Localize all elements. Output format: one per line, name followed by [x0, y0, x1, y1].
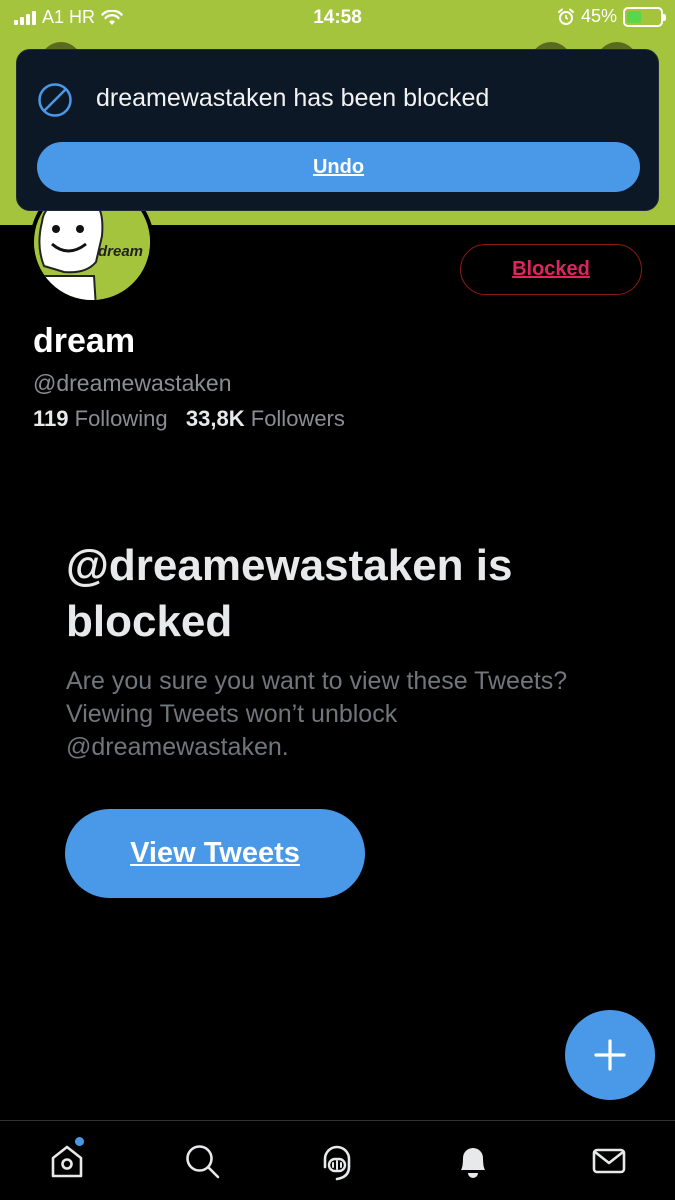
block-icon	[38, 83, 72, 117]
plus-icon	[594, 1039, 626, 1071]
status-bar: A1 HR 14:58 45%	[0, 0, 675, 36]
tab-bar	[0, 1120, 675, 1200]
tab-messages[interactable]	[587, 1139, 631, 1183]
undo-button[interactable]: Undo	[37, 142, 640, 192]
notifications-icon	[461, 1148, 485, 1178]
blocked-description: Are you sure you want to view these Twee…	[66, 667, 568, 761]
toast-message: dreamewastaken has been blocked	[96, 84, 490, 112]
tab-home[interactable]	[45, 1137, 89, 1183]
tab-notifications[interactable]	[451, 1139, 495, 1183]
blocked-toast: dreamewastaken has been blocked Undo	[16, 49, 659, 211]
avatar-text: dream	[98, 243, 143, 260]
followers-label: Followers	[250, 406, 345, 431]
home-icon	[51, 1145, 83, 1178]
profile-handle: @dreamewastaken	[33, 370, 232, 396]
blocked-title: @dreamewastaken is blocked	[66, 541, 513, 646]
followers-count: 33,8K	[185, 406, 245, 431]
tab-spaces[interactable]	[315, 1139, 359, 1183]
battery-fill	[627, 10, 642, 23]
spaces-icon	[323, 1145, 351, 1181]
search-icon	[186, 1145, 220, 1179]
battery-icon	[623, 6, 666, 27]
profile-name: dream	[33, 322, 136, 360]
following-count: 119	[33, 406, 69, 431]
tab-search[interactable]	[180, 1139, 224, 1183]
compose-tweet-button[interactable]	[565, 1010, 655, 1100]
alarm-icon	[557, 8, 574, 25]
following-label: Following	[74, 406, 168, 431]
messages-icon	[592, 1148, 626, 1174]
profile-stats: 119 Following 33,8K Followers	[33, 406, 345, 432]
blocked-button[interactable]: Blocked	[460, 244, 642, 295]
battery-percent: 45%	[580, 6, 617, 26]
view-tweets-button[interactable]: View Tweets	[65, 809, 365, 898]
following-link[interactable]: 119 Following	[33, 406, 168, 431]
home-badge	[75, 1137, 84, 1146]
followers-link[interactable]: 33,8K Followers	[186, 406, 345, 431]
